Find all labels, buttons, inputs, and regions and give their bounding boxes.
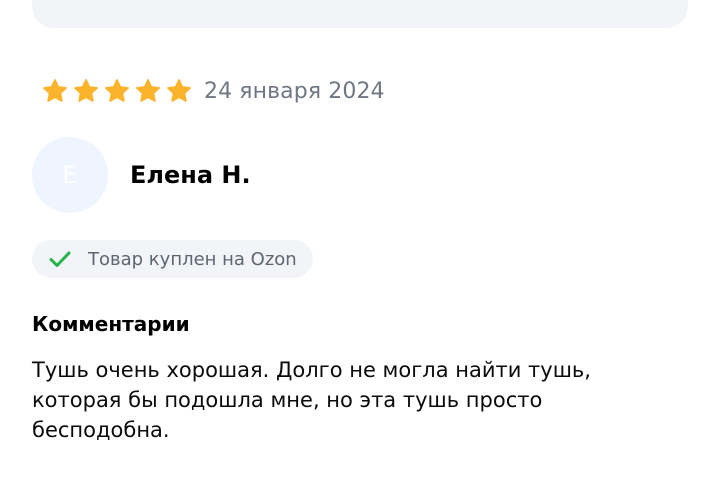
review-page: 24 января 2024 Е Елена Н. Товар куплен н… [0,0,720,480]
rating-row: 24 января 2024 [42,74,385,108]
review-author[interactable]: Е Елена Н. [32,137,251,213]
star-icon [42,78,68,104]
review-date: 24 января 2024 [204,78,385,104]
star-icon [135,78,161,104]
author-name[interactable]: Елена Н. [130,161,251,189]
comment-text: Тушь очень хорошая. Долго не могла найти… [32,358,591,442]
previous-card [32,0,688,28]
purchase-badge: Товар куплен на Ozon [32,240,313,278]
star-icon [73,78,99,104]
check-icon [46,245,74,273]
star-rating [42,78,192,104]
star-icon [104,78,130,104]
avatar[interactable]: Е [32,137,108,213]
star-icon [166,78,192,104]
avatar-initial: Е [62,161,78,189]
purchase-badge-label: Товар куплен на Ozon [88,248,297,270]
comment-heading: Комментарии [32,312,190,336]
